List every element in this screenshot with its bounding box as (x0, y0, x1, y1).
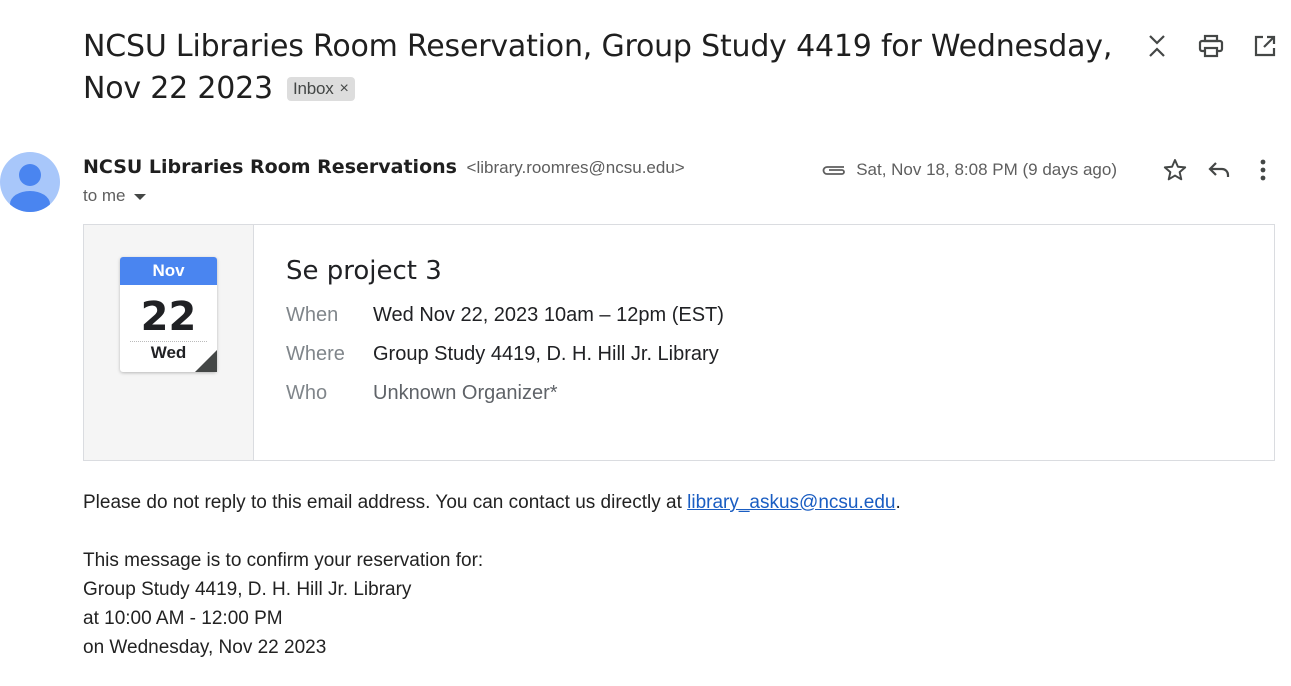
when-value: Wed Nov 22, 2023 10am – 12pm (EST) (373, 304, 724, 326)
message-date: Sat, Nov 18, 8:08 PM (9 days ago) (856, 160, 1117, 179)
print-icon[interactable] (1195, 30, 1227, 62)
who-label: Who (286, 382, 328, 404)
reply-icon[interactable] (1203, 154, 1235, 186)
sender-info: NCSU Libraries Room Reservations <librar… (83, 155, 685, 180)
notice-period: . (895, 492, 901, 513)
notice-text: Please do not reply to this email addres… (83, 492, 688, 513)
calendar-date-icon: Nov 22 Wed (120, 257, 217, 372)
no-reply-notice: Please do not reply to this email addres… (83, 488, 901, 517)
when-label: When (286, 304, 339, 326)
event-who-row: Who Unknown Organizer* (286, 380, 724, 406)
event-title[interactable]: Se project 3 (286, 253, 724, 289)
email-subject: NCSU Libraries Room Reservation, Group S… (83, 26, 1123, 110)
day-line: on Wednesday, Nov 22 2023 (83, 637, 327, 658)
sender-email: <library.roomres@ncsu.edu> (466, 158, 685, 177)
calendar-icon-panel: Nov 22 Wed (84, 225, 254, 460)
subject-text: NCSU Libraries Room Reservation, Group S… (83, 29, 1113, 106)
open-in-new-window-icon[interactable] (1249, 30, 1281, 62)
message-meta: Sat, Nov 18, 8:08 PM (9 days ago) (820, 154, 1279, 186)
event-where-row: Where Group Study 4419, D. H. Hill Jr. L… (286, 341, 724, 367)
contact-email-link[interactable]: library_askus@ncsu.edu (687, 492, 895, 513)
where-value: Group Study 4419, D. H. Hill Jr. Library (373, 343, 719, 365)
more-vert-icon[interactable] (1247, 154, 1279, 186)
calendar-month: Nov (120, 257, 217, 285)
sender-name[interactable]: NCSU Libraries Room Reservations (83, 156, 457, 178)
page-fold-icon (195, 350, 217, 372)
expand-collapse-icon[interactable] (1141, 30, 1173, 62)
confirm-line: This message is to confirm your reservat… (83, 550, 484, 571)
who-value: Unknown Organizer* (373, 382, 558, 404)
paperclip-icon (820, 162, 848, 178)
star-icon[interactable] (1159, 154, 1191, 186)
chevron-down-icon[interactable] (133, 194, 146, 200)
event-when-row: When Wed Nov 22, 2023 10am – 12pm (EST) (286, 302, 724, 328)
email-body: Please do not reply to this email addres… (83, 488, 901, 662)
event-details: Se project 3 When Wed Nov 22, 2023 10am … (286, 253, 724, 406)
inbox-label-chip[interactable]: Inbox × (286, 77, 355, 101)
person-icon (10, 164, 50, 212)
thread-actions (1141, 30, 1281, 62)
time-line: at 10:00 AM - 12:00 PM (83, 608, 283, 629)
calendar-invite-card: Nov 22 Wed Se project 3 When Wed Nov 22,… (83, 224, 1275, 461)
where-label: Where (286, 343, 345, 365)
sender-avatar[interactable] (0, 152, 60, 212)
room-line: Group Study 4419, D. H. Hill Jr. Library (83, 579, 412, 600)
calendar-day: 22 (140, 294, 197, 340)
remove-label-icon[interactable]: × (340, 77, 349, 101)
label-text: Inbox (292, 79, 334, 98)
recipient-text: to me (83, 186, 126, 205)
recipient-line[interactable]: to me (83, 186, 146, 206)
